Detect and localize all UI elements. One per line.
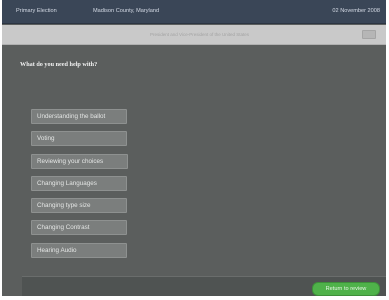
- county-name: Madison County, Maryland: [93, 8, 160, 14]
- help-option-voting[interactable]: Voting: [31, 131, 127, 147]
- contest-bar: President and Vice-President of the Unit…: [2, 25, 386, 45]
- help-option-reviewing-choices[interactable]: Reviewing your choices: [31, 153, 128, 169]
- election-date: 02 November 2008: [332, 8, 380, 14]
- help-option-hearing-audio[interactable]: Hearing Audio: [31, 242, 127, 258]
- help-option-changing-contrast[interactable]: Changing Contrast: [31, 220, 127, 236]
- help-options-list: Understanding the ballot Voting Reviewin…: [31, 109, 131, 265]
- help-option-changing-languages[interactable]: Changing Languages: [31, 175, 127, 191]
- contest-title: President and Vice-President of the Unit…: [150, 32, 249, 37]
- return-to-review-button[interactable]: Return to review: [312, 282, 380, 296]
- footer-bar: Return to review: [22, 276, 386, 296]
- contest-more-button[interactable]: [362, 30, 376, 39]
- election-name: Primary Election: [16, 8, 57, 14]
- help-question: What do you need help with?: [20, 61, 98, 68]
- help-option-understanding-ballot[interactable]: Understanding the ballot: [31, 109, 127, 124]
- help-option-changing-type-size[interactable]: Changing type size: [31, 198, 127, 214]
- election-header: Primary Election Madison County, Marylan…: [2, 0, 386, 24]
- ballot-screen: Primary Election Madison County, Marylan…: [2, 0, 386, 296]
